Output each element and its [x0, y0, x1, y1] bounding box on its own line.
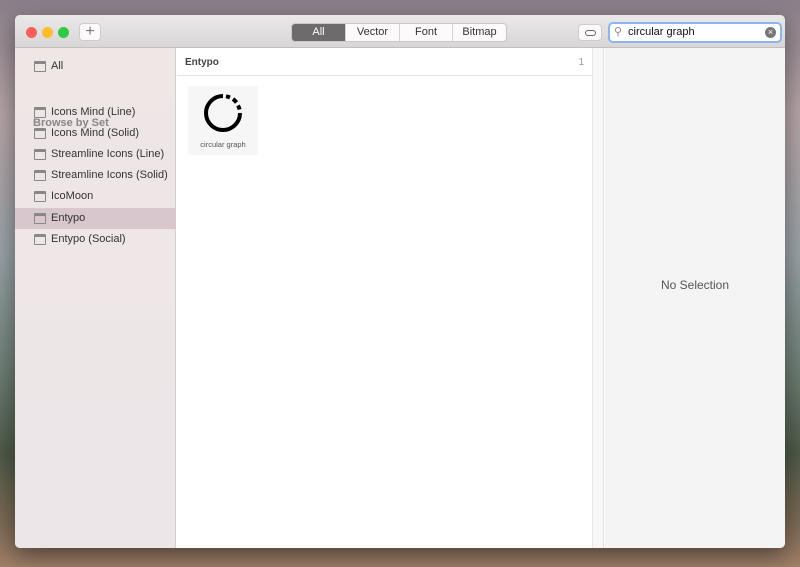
box-icon [34, 213, 46, 224]
icon-tile[interactable]: circular graph [188, 86, 258, 155]
box-icon [34, 191, 46, 202]
search-value[interactable]: circular graph [628, 26, 695, 38]
icon-grid: Entypo 1 circular graph [177, 48, 592, 548]
sidebar-item-label: Entypo (Social) [51, 233, 126, 245]
sidebar-item-icons-mind-line[interactable]: Icons Mind (Line) [15, 102, 176, 123]
box-icon [34, 170, 46, 181]
no-selection-text: No Selection [660, 278, 730, 292]
sidebar-item-streamline-solid[interactable]: Streamline Icons (Solid) [15, 165, 176, 186]
sidebar: All Browse by Set Icons Mind (Line) Icon… [15, 48, 176, 548]
sidebar-item-icons-mind-solid[interactable]: Icons Mind (Solid) [15, 123, 176, 144]
circular-graph-icon [204, 94, 242, 132]
group-title: Entypo [185, 57, 219, 68]
sidebar-item-label: Streamline Icons (Solid) [51, 169, 168, 181]
sidebar-item-entypo[interactable]: Entypo [15, 208, 176, 229]
sidebar-item-icomoon[interactable]: IcoMoon [15, 186, 176, 207]
toolbar: + All Vector Font Bitmap ⚲ circular grap… [15, 15, 785, 48]
app-window: + All Vector Font Bitmap ⚲ circular grap… [15, 15, 785, 548]
search-icon: ⚲ [614, 26, 623, 38]
add-button[interactable]: + [79, 23, 101, 41]
sidebar-item-label: Entypo [51, 212, 86, 224]
filter-all[interactable]: All [292, 24, 345, 41]
clear-search-icon[interactable]: × [765, 27, 776, 38]
sidebar-item-label: IcoMoon [51, 190, 94, 202]
zoom-button[interactable] [58, 27, 69, 38]
scrollbar-track[interactable] [592, 48, 604, 548]
sidebar-item-label: Icons Mind (Solid) [51, 127, 140, 139]
box-icon [34, 128, 46, 139]
sidebar-item-entypo-social[interactable]: Entypo (Social) [15, 229, 176, 250]
toggle-icon [585, 30, 596, 36]
sidebar-item-label: All [51, 60, 64, 72]
filter-font[interactable]: Font [399, 24, 452, 41]
group-header: Entypo 1 [177, 48, 592, 76]
detail-panel: No Selection [605, 48, 785, 548]
box-icon [34, 234, 46, 245]
sidebar-item-label: Icons Mind (Line) [51, 106, 136, 118]
toggle-panel-button[interactable] [578, 24, 602, 41]
sidebar-item-streamline-line[interactable]: Streamline Icons (Line) [15, 144, 176, 165]
search-input[interactable]: ⚲ circular graph × [608, 22, 782, 43]
box-icon [34, 149, 46, 160]
sidebar-item-label: Streamline Icons (Line) [51, 148, 165, 160]
group-count: 1 [578, 57, 584, 68]
filter-segmented-control: All Vector Font Bitmap [291, 23, 507, 42]
sidebar-item-all[interactable]: All [15, 56, 176, 77]
close-button[interactable] [26, 27, 37, 38]
filter-bitmap[interactable]: Bitmap [452, 24, 506, 41]
icon-caption: circular graph [200, 140, 246, 149]
box-icon [34, 107, 46, 118]
box-icon [34, 61, 46, 72]
filter-vector[interactable]: Vector [345, 24, 399, 41]
minimize-button[interactable] [42, 27, 53, 38]
